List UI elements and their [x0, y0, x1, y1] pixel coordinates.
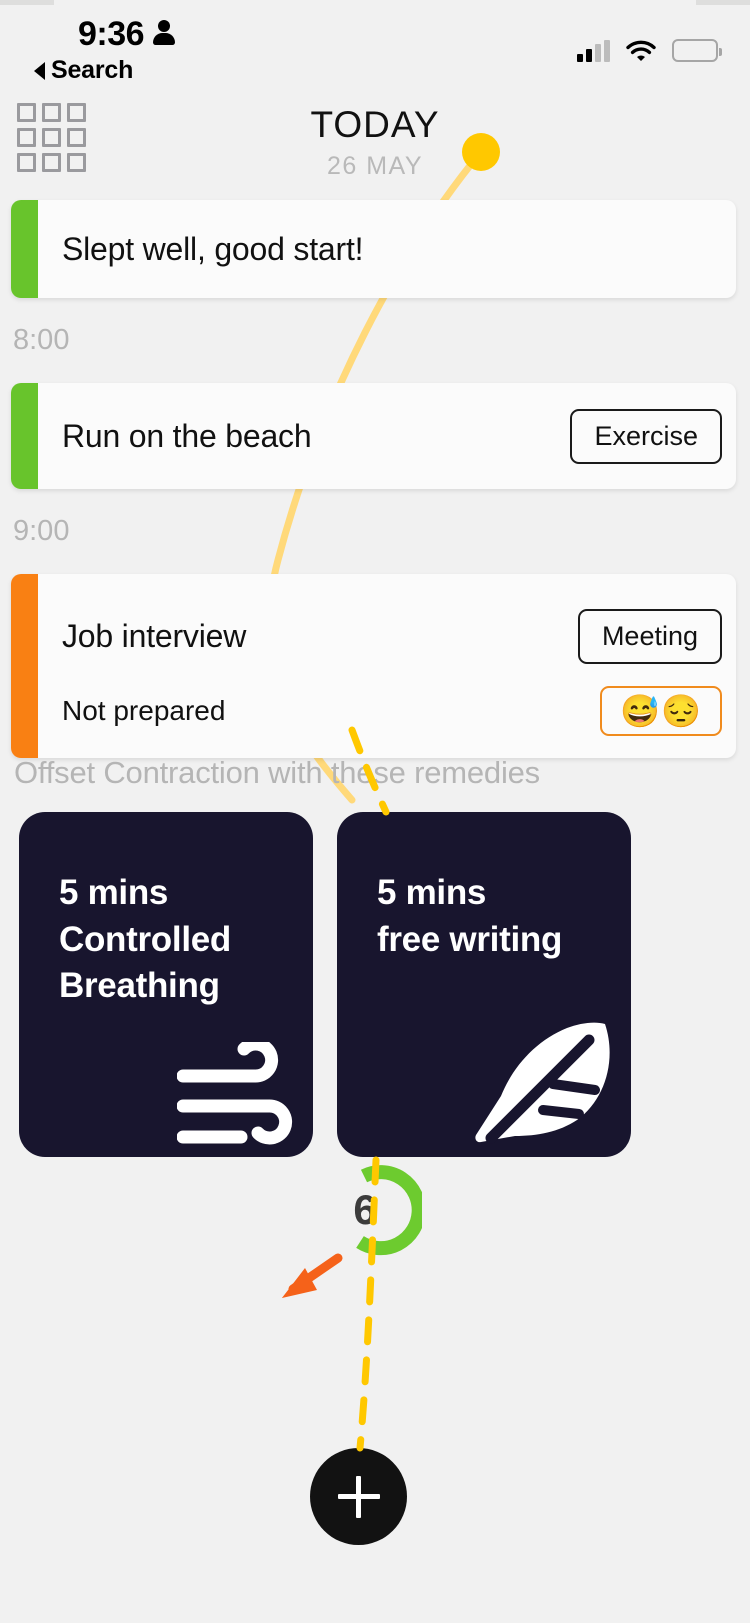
status-bar-notch [0, 0, 750, 5]
page-date: 26 MAY [326, 152, 424, 180]
status-bar-indicators [577, 28, 722, 62]
progress-value: 6 [353, 1186, 377, 1233]
event-title: Job interview [62, 617, 247, 654]
add-button[interactable] [310, 1448, 407, 1545]
event-tag-meeting[interactable]: Meeting [577, 608, 722, 664]
timeline-note-card[interactable]: Slept well, good start! [11, 200, 736, 298]
back-label: Search [51, 56, 134, 84]
timeline-list: Slept well, good start! 8:00 Run on the … [0, 200, 750, 758]
battery-full-icon [672, 39, 722, 62]
remedy-card-free-writing[interactable]: 5 mins free writing [337, 812, 631, 1157]
time-label-9: 9:00 [13, 515, 70, 547]
circular-progress-icon[interactable]: 6 [330, 1164, 426, 1256]
mood-emoji-chip[interactable]: 😅😔 [600, 685, 722, 736]
plus-icon [356, 1475, 361, 1518]
back-to-search-button[interactable]: Search [34, 56, 133, 85]
remedies-card-row: 5 mins Controlled Breathing 5 mins free … [19, 812, 631, 1157]
triangle-left-icon [34, 61, 45, 80]
accent-bar-green [11, 383, 38, 489]
event-title: Run on the beach [62, 417, 312, 454]
timeline-event-card-meeting[interactable]: Job interview Meeting Not prepared 😅😔 [11, 574, 736, 758]
accent-bar-orange [11, 574, 38, 758]
remedies-section-title: Offset Contraction with these remedies [14, 755, 540, 790]
event-subtitle: Not prepared [62, 694, 226, 726]
remedy-card-text: 5 mins Controlled Breathing [59, 870, 231, 1010]
status-bar-time: 9:36 [78, 15, 145, 53]
status-bar: 9:36 Search [0, 14, 750, 84]
time-label-8: 8:00 [13, 324, 70, 356]
wifi-icon [626, 40, 656, 62]
page-title: TODAY [310, 104, 440, 145]
cellular-signal-icon [577, 40, 610, 62]
person-icon [152, 18, 176, 48]
note-title: Slept well, good start! [62, 230, 364, 267]
remedy-card-text: 5 mins free writing [377, 870, 562, 963]
phone-screen: 9:36 Search TODAY 26 MAY Slept well, goo… [0, 0, 750, 1623]
wind-icon [176, 1037, 299, 1151]
timeline-event-card-exercise[interactable]: Run on the beach Exercise [11, 383, 736, 489]
remedy-duration: 5 mins [59, 873, 169, 912]
remedy-card-breathing[interactable]: 5 mins Controlled Breathing [19, 812, 313, 1157]
event-tag-exercise[interactable]: Exercise [570, 408, 722, 464]
remedy-duration: 5 mins [377, 873, 487, 912]
remedy-name-line1: free writing [377, 919, 563, 959]
accent-bar-green [11, 200, 38, 298]
remedy-name-line2: Breathing [59, 966, 220, 1006]
remedy-name-line1: Controlled [59, 919, 231, 959]
feather-icon [467, 1018, 617, 1151]
